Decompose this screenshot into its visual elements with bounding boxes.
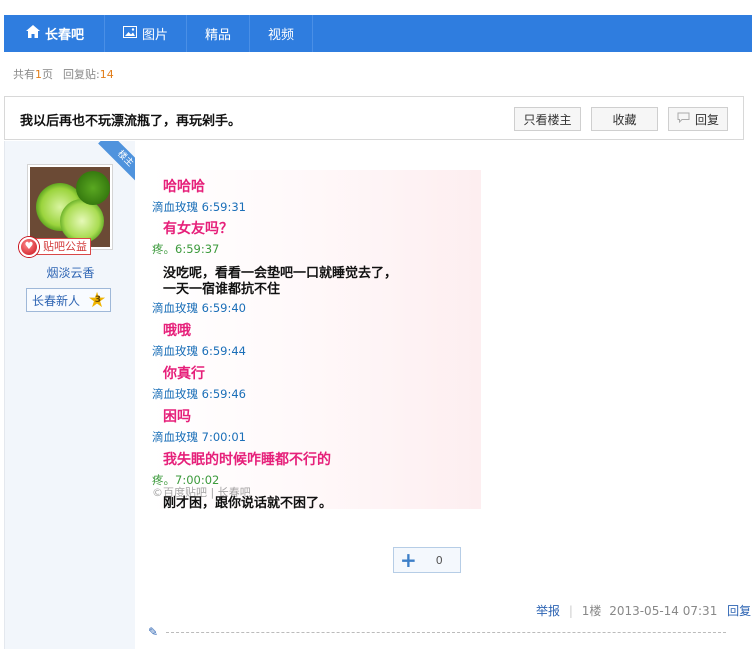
post-date: 2013-05-14 07:31 (609, 604, 718, 618)
footer-reply-link[interactable]: 回复 (727, 604, 751, 618)
like-button[interactable]: + 0 (393, 547, 461, 573)
chat-line-blue: 滴血玫瑰 7:00:01 (152, 430, 246, 444)
only-op-label: 只看楼主 (523, 112, 572, 127)
reply-label: 回复 (694, 112, 719, 127)
chat-line-blue: 滴血玫瑰 6:59:31 (152, 200, 246, 214)
pages-suffix: 页 (42, 68, 53, 81)
image-icon (123, 25, 138, 42)
nav-featured-tab[interactable]: 精品 (187, 15, 251, 52)
chat-line-pink: 我失眠的时候咋睡都不行的 (163, 452, 331, 468)
comment-icon (677, 112, 690, 126)
nav-images-label: 图片 (142, 28, 169, 43)
replies-prefix: 回复贴: (63, 68, 100, 81)
chat-line-blue: 滴血玫瑰 6:59:40 (152, 301, 246, 315)
thread-title: 我以后再也不玩漂流瓶了，再玩剁手。 (20, 114, 242, 129)
pencil-icon: ✎ (148, 625, 159, 639)
pages-prefix: 共有 (13, 68, 35, 81)
favorite-label: 收藏 (612, 112, 637, 127)
author-panel: ♥ 贴吧公益 烟淡云香 长春新人 ★ 3 (4, 141, 135, 649)
op-corner-ribbon: 楼主 (93, 141, 135, 183)
author-name[interactable]: 烟淡云香 (5, 264, 136, 281)
level-badge[interactable]: 长春新人 ★ 3 (26, 288, 111, 312)
heart-icon: ♥ (19, 236, 39, 257)
page-count: 1 (35, 68, 42, 81)
chat-line-green: 疼。7:00:02 (152, 473, 220, 487)
level-title: 长春新人 (32, 293, 81, 308)
reply-button[interactable]: 回复 (668, 107, 728, 131)
charity-badge-label: 贴吧公益 (35, 238, 91, 255)
level-number: 3 (94, 295, 101, 305)
chat-line-black: 一天一宿谁都抗不住 (163, 282, 281, 297)
forum-nav-bar: 长春吧 图片 精品 视频 (4, 15, 752, 52)
nav-video-tab[interactable]: 视频 (250, 15, 314, 52)
charity-badge[interactable]: ♥ 贴吧公益 (19, 236, 91, 257)
plus-icon: + (400, 548, 417, 572)
op-corner-label: 楼主 (98, 141, 135, 183)
chat-line-pink: 你真行 (163, 366, 205, 382)
chat-line-pink: 哈哈哈 (163, 179, 205, 195)
nav-images-tab[interactable]: 图片 (105, 15, 188, 52)
chat-line-blue: 滴血玫瑰 6:59:46 (152, 387, 246, 401)
chat-line-black: 刚才困，跟你说话就不困了。 (163, 496, 333, 511)
chat-line-blue: 滴血玫瑰 6:59:44 (152, 344, 246, 358)
footer-separator: | (568, 604, 573, 618)
floor-number: 1楼 (581, 604, 602, 618)
report-link[interactable]: 举报 (536, 604, 560, 618)
post-image: ©百度贴吧 | 长春吧 哈哈哈 滴血玫瑰 6:59:31 有女友吗？ 疼。6:59:3… (150, 170, 481, 511)
nav-featured-label: 精品 (205, 28, 232, 43)
post-footer: 举报 | 1楼 2013-05-14 07:31 回复 (536, 602, 751, 619)
thread-stats: 共有1页 回复贴:14 (13, 66, 114, 82)
favorite-button[interactable]: 收藏 (591, 107, 658, 131)
reply-count: 14 (99, 68, 114, 81)
nav-video-label: 视频 (268, 28, 295, 43)
chat-line-pink: 有女友吗？ (163, 221, 233, 237)
only-op-button[interactable]: 只看楼主 (514, 107, 581, 131)
thread-header: 我以后再也不玩漂流瓶了，再玩剁手。 只看楼主 收藏 回复 (4, 96, 744, 140)
like-count: 0 (435, 553, 443, 567)
home-icon (26, 25, 40, 42)
nav-home-label: 长春吧 (45, 28, 85, 43)
comment-divider (166, 632, 726, 633)
chat-line-green: 疼。6:59:37 (152, 242, 220, 256)
chat-line-pink: 困吗 (163, 409, 191, 425)
chat-line-pink: 哦哦 (163, 323, 191, 339)
nav-home-tab[interactable]: 长春吧 (4, 15, 106, 52)
